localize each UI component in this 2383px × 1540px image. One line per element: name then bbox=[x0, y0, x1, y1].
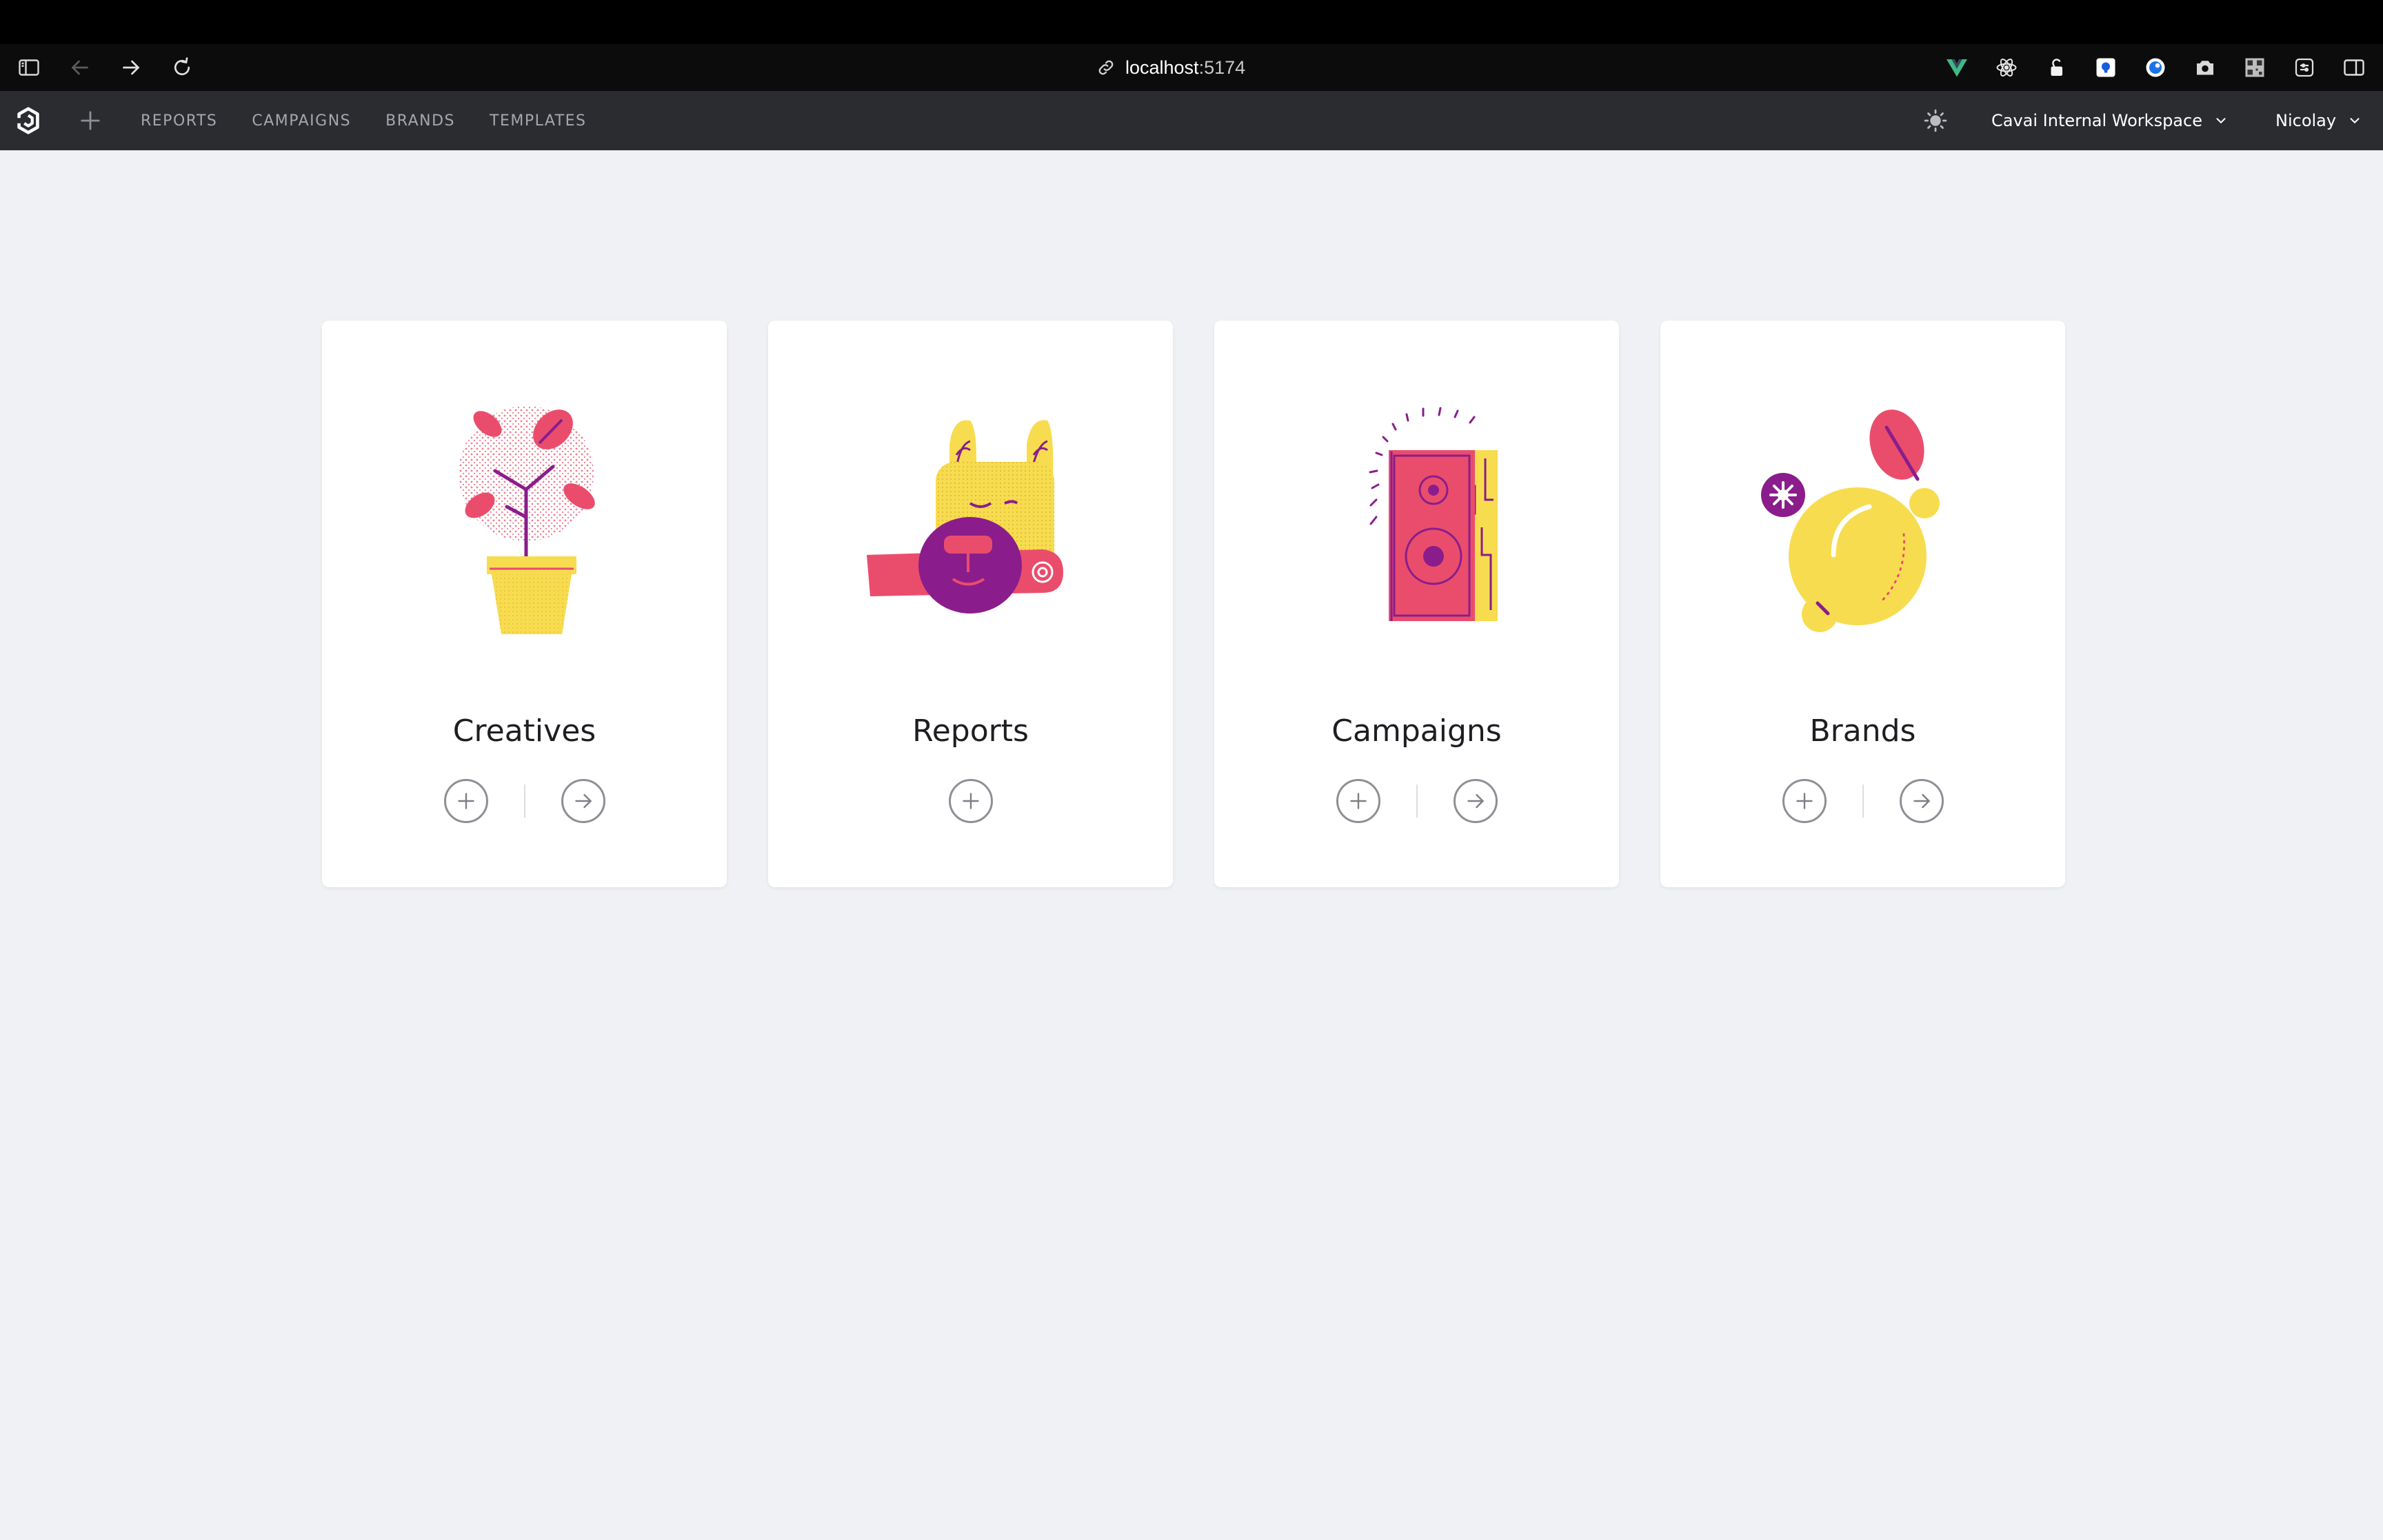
nav-link-campaigns[interactable]: CAMPAIGNS bbox=[252, 112, 351, 130]
arrow-right-icon bbox=[574, 793, 592, 809]
divider bbox=[1416, 784, 1418, 818]
divider bbox=[523, 784, 525, 818]
theme-toggle-sun-icon[interactable] bbox=[1921, 106, 1950, 135]
plus-icon bbox=[1349, 793, 1367, 809]
add-creative-button[interactable] bbox=[443, 779, 488, 823]
url-host: localhost bbox=[1125, 57, 1199, 78]
link-icon bbox=[1098, 60, 1114, 75]
card-reports: Reports bbox=[768, 321, 1173, 887]
user-menu[interactable]: Nicolay bbox=[2275, 91, 2362, 150]
app-navigation: REPORTS CAMPAIGNS BRANDS TEMPLATES Cavai… bbox=[0, 91, 2383, 150]
dog-scroll-icon bbox=[867, 420, 1063, 614]
card-campaigns: Campaigns bbox=[1214, 321, 1619, 887]
globe-extension-icon[interactable] bbox=[2142, 54, 2169, 81]
card-title: Creatives bbox=[452, 713, 596, 749]
open-brands-button[interactable] bbox=[1899, 779, 1944, 823]
app-logo-icon[interactable] bbox=[12, 105, 44, 136]
top-black-strip bbox=[0, 0, 2383, 44]
add-icon[interactable] bbox=[76, 106, 105, 135]
reload-icon[interactable] bbox=[168, 54, 196, 81]
workspace-selector[interactable]: Cavai Internal Workspace bbox=[1991, 91, 2229, 150]
password-extension-icon[interactable] bbox=[2092, 54, 2120, 81]
address-bar[interactable]: localhost:5174 bbox=[1096, 54, 1303, 81]
chevron-down-icon bbox=[2213, 113, 2229, 128]
add-brand-button[interactable] bbox=[1782, 779, 1827, 823]
plus-icon bbox=[457, 793, 474, 809]
card-actions bbox=[1214, 778, 1619, 824]
open-creatives-button[interactable] bbox=[561, 779, 605, 823]
divider bbox=[1862, 784, 1864, 818]
split-view-icon[interactable] bbox=[2340, 54, 2368, 81]
arrow-right-icon bbox=[1913, 793, 1930, 809]
forward-icon[interactable] bbox=[117, 54, 145, 81]
workspace-name: Cavai Internal Workspace bbox=[1991, 111, 2202, 130]
card-title: Brands bbox=[1809, 713, 1916, 749]
add-campaign-button[interactable] bbox=[1336, 779, 1380, 823]
camera-extension-icon[interactable] bbox=[2191, 54, 2219, 81]
url-port: :5174 bbox=[1198, 57, 1246, 78]
lock-extension-icon[interactable] bbox=[2042, 54, 2070, 81]
lemon-icon bbox=[1761, 409, 1940, 632]
open-campaigns-button[interactable] bbox=[1453, 779, 1498, 823]
arrow-right-icon bbox=[1467, 793, 1484, 809]
react-devtools-icon[interactable] bbox=[1993, 54, 2020, 81]
card-brands: Brands bbox=[1660, 321, 2065, 887]
nav-link-brands[interactable]: BRANDS bbox=[385, 112, 455, 130]
settings-extension-icon[interactable] bbox=[2291, 54, 2318, 81]
nav-link-reports[interactable]: REPORTS bbox=[141, 112, 217, 130]
browser-toolbar: localhost:5174 bbox=[0, 44, 2383, 91]
card-title: Reports bbox=[912, 713, 1029, 749]
dashboard-cards: Creatives Reports Campaigns Brands bbox=[322, 321, 2065, 887]
user-name: Nicolay bbox=[2275, 111, 2337, 130]
plant-pot-icon bbox=[459, 406, 595, 634]
back-icon[interactable] bbox=[66, 54, 94, 81]
card-title: Campaigns bbox=[1331, 713, 1502, 749]
chevron-down-icon bbox=[2347, 113, 2362, 128]
nav-links: REPORTS CAMPAIGNS BRANDS TEMPLATES bbox=[141, 91, 621, 150]
nav-link-templates[interactable]: TEMPLATES bbox=[490, 112, 587, 130]
add-report-button[interactable] bbox=[948, 779, 993, 823]
card-actions bbox=[1660, 778, 2065, 824]
plus-icon bbox=[962, 793, 979, 809]
card-actions bbox=[322, 778, 727, 824]
speaker-icon bbox=[1369, 407, 1498, 621]
card-actions bbox=[768, 778, 1173, 824]
qr-extension-icon[interactable] bbox=[2241, 54, 2269, 81]
card-creatives: Creatives bbox=[322, 321, 727, 887]
plus-icon bbox=[1796, 793, 1813, 809]
vue-devtools-icon[interactable] bbox=[1943, 54, 1971, 81]
sidebar-toggle-icon[interactable] bbox=[15, 54, 43, 81]
